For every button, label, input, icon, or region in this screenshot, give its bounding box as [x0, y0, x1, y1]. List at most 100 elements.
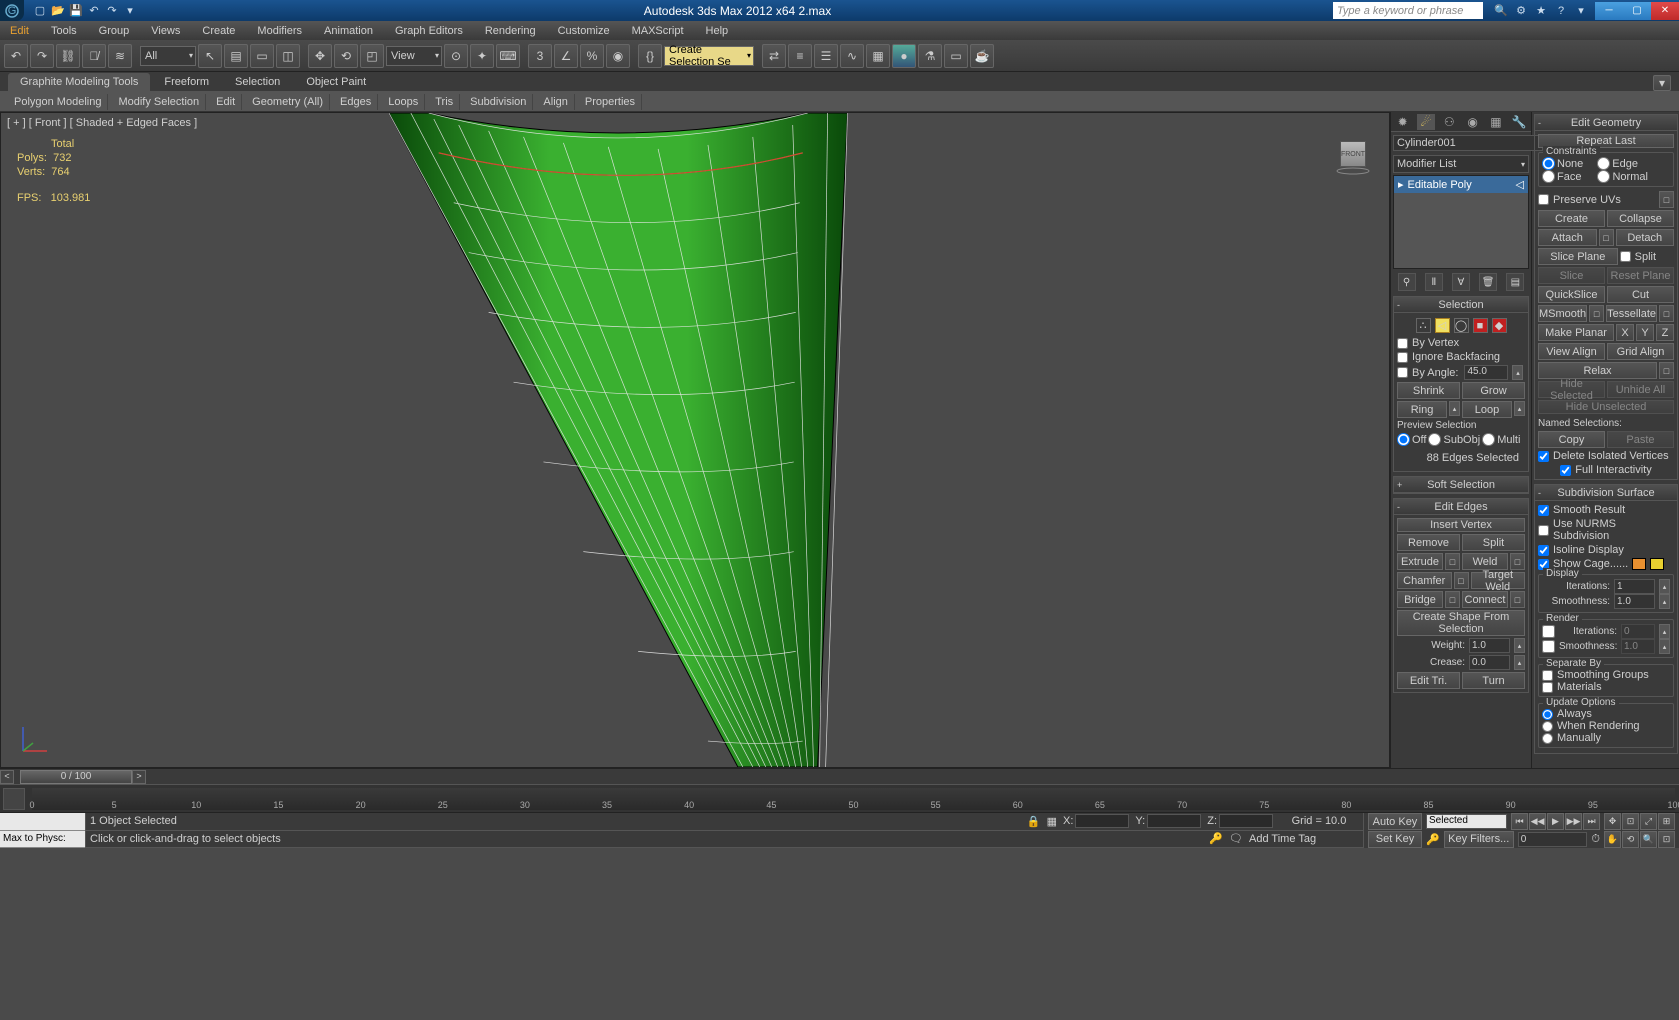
preserve-uvs-checkbox[interactable]	[1538, 194, 1549, 205]
key-mode-icon[interactable]: 🔑	[1426, 833, 1440, 846]
loop-button[interactable]: Loop	[1462, 401, 1512, 418]
split-checkbox[interactable]	[1620, 251, 1631, 262]
remove-mod-icon[interactable]: 🗑	[1479, 273, 1497, 291]
detach-button[interactable]: Detach	[1616, 229, 1675, 246]
maxscript-macro[interactable]: Max to Physc:	[0, 831, 85, 849]
timeline-ruler[interactable]: /* ticks injected below */ 0510152025303…	[32, 788, 1675, 810]
selection-filter-combo[interactable]: All	[140, 46, 196, 66]
redo-icon[interactable]: ↷	[104, 3, 120, 19]
tab-selection[interactable]: Selection	[223, 73, 292, 91]
search-icon[interactable]: 🔍	[1493, 3, 1509, 19]
save-icon[interactable]: 💾	[68, 3, 84, 19]
make-planar-button[interactable]: Make Planar	[1538, 324, 1614, 341]
prev-frame-icon[interactable]: ◀◀	[1529, 813, 1546, 830]
cut-button[interactable]: Cut	[1607, 286, 1674, 303]
bridge-button[interactable]: Bridge	[1397, 591, 1443, 608]
use-nurms-checkbox[interactable]	[1538, 525, 1549, 536]
panel-subdivision[interactable]: Subdivision	[464, 94, 533, 110]
redo-button[interactable]: ↷	[30, 44, 54, 68]
goto-end-icon[interactable]: ⏭	[1583, 813, 1600, 830]
ring-button[interactable]: Ring	[1397, 401, 1447, 418]
undo-button[interactable]: ↶	[4, 44, 28, 68]
abs-rel-icon[interactable]: ▦	[1047, 815, 1057, 828]
keyboard-toggle-button[interactable]: ⌨	[496, 44, 520, 68]
border-subobj-icon[interactable]: ◯	[1454, 318, 1469, 333]
orbit-icon[interactable]: ⟲	[1622, 831, 1639, 848]
chamfer-button[interactable]: Chamfer	[1397, 572, 1452, 589]
constraint-none-radio[interactable]	[1542, 157, 1555, 170]
edge-subobj-icon[interactable]: ◁	[1435, 318, 1450, 333]
menu-maxscript[interactable]: MAXScript	[628, 23, 688, 39]
transform-z-input[interactable]	[1219, 814, 1273, 828]
time-slider[interactable]: < 0 / 100 >	[0, 768, 1679, 784]
shrink-button[interactable]: Shrink	[1397, 382, 1460, 399]
modify-tab-icon[interactable]: ☄	[1417, 114, 1435, 130]
extrude-settings-icon[interactable]: □	[1445, 553, 1460, 570]
slice-plane-button[interactable]: Slice Plane	[1538, 248, 1618, 265]
constraint-face-radio[interactable]	[1542, 170, 1555, 183]
align-button[interactable]: ≡	[788, 44, 812, 68]
autokey-button[interactable]: Auto Key	[1368, 813, 1422, 830]
render-setup-button[interactable]: ⚗	[918, 44, 942, 68]
lock-selection-icon[interactable]: 🔒	[1027, 815, 1041, 828]
bind-button[interactable]: ≋	[108, 44, 132, 68]
hierarchy-tab-icon[interactable]: ⚇	[1440, 114, 1458, 130]
panel-polygon-modeling[interactable]: Polygon Modeling	[8, 94, 108, 110]
planar-z-button[interactable]: Z	[1656, 324, 1674, 341]
setkey-button[interactable]: Set Key	[1368, 831, 1422, 848]
panel-edges[interactable]: Edges	[334, 94, 378, 110]
render-button[interactable]: ☕	[970, 44, 994, 68]
unlink-button[interactable]: ⛓̸	[82, 44, 106, 68]
spinner-snap-button[interactable]: ◉	[606, 44, 630, 68]
show-end-icon[interactable]: Ⅱ	[1425, 273, 1443, 291]
minimize-button[interactable]: ─	[1595, 2, 1623, 20]
angle-snap-button[interactable]: ∠	[554, 44, 578, 68]
unhide-all-button[interactable]: Unhide All	[1607, 381, 1674, 398]
viewport-nav-4-icon[interactable]: ⊞	[1658, 813, 1675, 830]
delete-isolated-checkbox[interactable]	[1538, 451, 1549, 462]
panel-geometry-all[interactable]: Geometry (All)	[246, 94, 330, 110]
new-icon[interactable]: ▢	[32, 3, 48, 19]
tab-freeform[interactable]: Freeform	[152, 73, 221, 91]
unique-icon[interactable]: ∀	[1452, 273, 1470, 291]
render-iterations-spinner[interactable]: 0	[1621, 624, 1655, 639]
element-subobj-icon[interactable]: ◆	[1492, 318, 1507, 333]
goto-start-icon[interactable]: ⏮	[1511, 813, 1528, 830]
reset-plane-button[interactable]: Reset Plane	[1607, 267, 1674, 284]
manipulate-button[interactable]: ✦	[470, 44, 494, 68]
turn-button[interactable]: Turn	[1462, 672, 1525, 689]
pan-icon[interactable]: ✋	[1604, 831, 1621, 848]
cage-color-2[interactable]	[1650, 558, 1664, 570]
layers-button[interactable]: ☰	[814, 44, 838, 68]
connect-settings-icon[interactable]: □	[1510, 591, 1525, 608]
hide-selected-button[interactable]: Hide Selected	[1538, 381, 1605, 398]
extrude-button[interactable]: Extrude	[1397, 553, 1443, 570]
percent-snap-button[interactable]: %	[580, 44, 604, 68]
help-icon[interactable]: ?	[1553, 3, 1569, 19]
window-crossing-button[interactable]: ◫	[276, 44, 300, 68]
maximize-viewport-icon[interactable]: ⊡	[1658, 831, 1675, 848]
utilities-tab-icon[interactable]: 🔧	[1510, 114, 1528, 130]
msmooth-settings-icon[interactable]: □	[1589, 305, 1604, 322]
update-manually-radio[interactable]	[1542, 733, 1553, 744]
ignore-backfacing-checkbox[interactable]	[1397, 352, 1408, 363]
time-config-icon[interactable]: ⏱	[1591, 833, 1600, 846]
menu-help[interactable]: Help	[702, 23, 733, 39]
weld-settings-icon[interactable]: □	[1510, 553, 1525, 570]
object-name-input[interactable]	[1393, 135, 1543, 151]
display-tab-icon[interactable]: ▦	[1487, 114, 1505, 130]
tab-graphite[interactable]: Graphite Modeling Tools	[8, 73, 150, 91]
favorites-icon[interactable]: ★	[1533, 3, 1549, 19]
select-rect-button[interactable]: ▭	[250, 44, 274, 68]
undo-icon[interactable]: ↶	[86, 3, 102, 19]
play-icon[interactable]: ▶	[1547, 813, 1564, 830]
transform-y-input[interactable]	[1147, 814, 1201, 828]
smoothness-spinner[interactable]: 1.0	[1614, 594, 1655, 609]
ribbon-dropdown-icon[interactable]: ▾	[1653, 75, 1671, 91]
materials-checkbox[interactable]	[1542, 682, 1553, 693]
ring-spinner[interactable]: ▴	[1449, 401, 1460, 416]
render-smoothness-spinner[interactable]: 1.0	[1621, 639, 1655, 654]
grid-align-button[interactable]: Grid Align	[1607, 343, 1674, 360]
by-vertex-checkbox[interactable]	[1397, 338, 1408, 349]
scale-button[interactable]: ◰	[360, 44, 384, 68]
